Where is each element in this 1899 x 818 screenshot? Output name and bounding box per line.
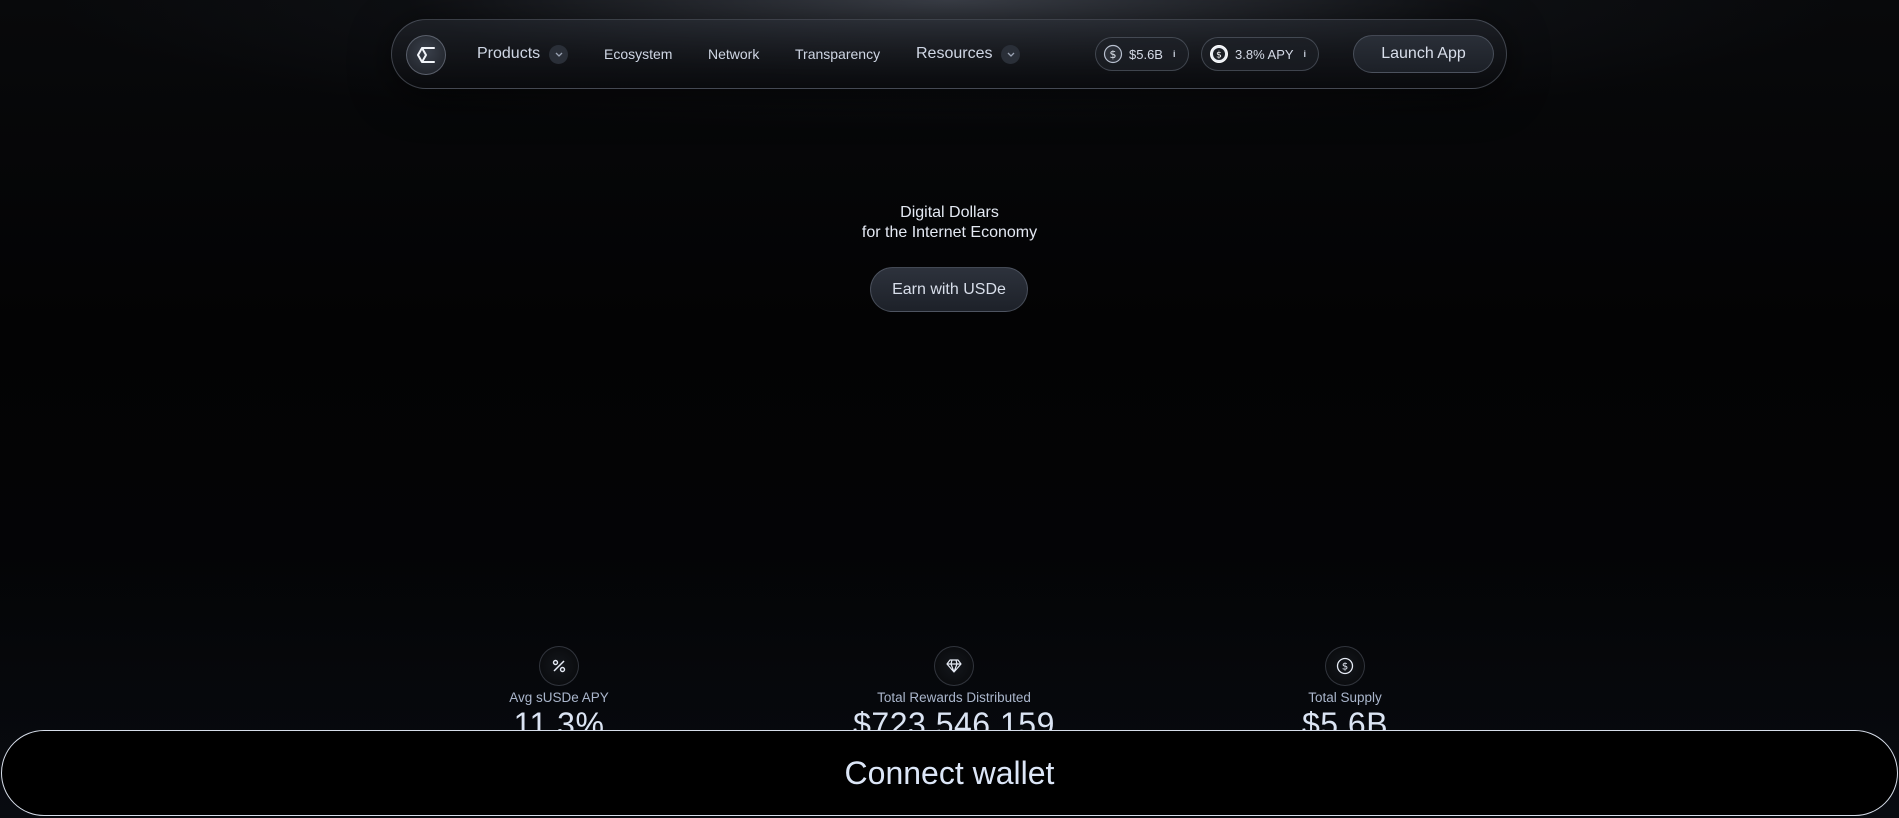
nav-resources-label: Resources	[916, 45, 993, 62]
usde-coin-icon: $	[1209, 44, 1229, 64]
chevron-down-icon	[549, 44, 569, 64]
home-logo-button[interactable]	[406, 35, 446, 75]
svg-text:$: $	[1342, 662, 1348, 673]
stat-label: Total Rewards Distributed	[877, 690, 1031, 705]
supply-value: $5.6B	[1129, 46, 1163, 62]
hero-title-line2: for the Internet Economy	[861, 224, 1038, 241]
apy-pill[interactable]: $ 3.8% APY i	[1201, 37, 1320, 71]
connect-wallet-button[interactable]: Connect wallet	[1, 730, 1898, 816]
nav-products[interactable]: Products	[477, 20, 569, 88]
page: Products Ecosystem Network Transparency …	[0, 0, 1899, 818]
nav-transparency-label: Transparency	[795, 46, 881, 62]
apy-value: 3.8% APY	[1235, 46, 1294, 62]
launch-app-button[interactable]: Launch App	[1353, 35, 1494, 73]
dollar-coin-icon: $	[1325, 646, 1365, 686]
info-icon[interactable]: i	[1173, 49, 1176, 59]
top-navbar: Products Ecosystem Network Transparency …	[391, 19, 1507, 89]
nav-network-label: Network	[708, 46, 760, 62]
nav-transparency[interactable]: Transparency	[795, 20, 880, 88]
nav-ecosystem[interactable]: Ecosystem	[604, 20, 672, 88]
usde-coin-icon: $	[1103, 44, 1123, 64]
info-icon[interactable]: i	[1304, 49, 1307, 59]
nav-products-label: Products	[477, 45, 541, 62]
supply-pill[interactable]: $ $5.6B i	[1095, 37, 1189, 71]
nav-ecosystem-label: Ecosystem	[604, 46, 673, 62]
stat-label: Avg sUSDe APY	[509, 690, 609, 705]
nav-resources[interactable]: Resources	[916, 20, 1021, 88]
diamond-icon	[934, 646, 974, 686]
earn-with-usde-button[interactable]: Earn with USDe	[870, 267, 1028, 312]
hero-title-line1: Digital Dollars	[900, 204, 999, 221]
svg-text:$: $	[1216, 51, 1222, 61]
ethena-logo-icon	[417, 47, 435, 63]
percent-icon	[539, 646, 579, 686]
stat-label: Total Supply	[1308, 690, 1382, 705]
nav-network[interactable]: Network	[708, 20, 759, 88]
svg-text:$: $	[1110, 48, 1117, 61]
chevron-down-icon	[1001, 44, 1021, 64]
